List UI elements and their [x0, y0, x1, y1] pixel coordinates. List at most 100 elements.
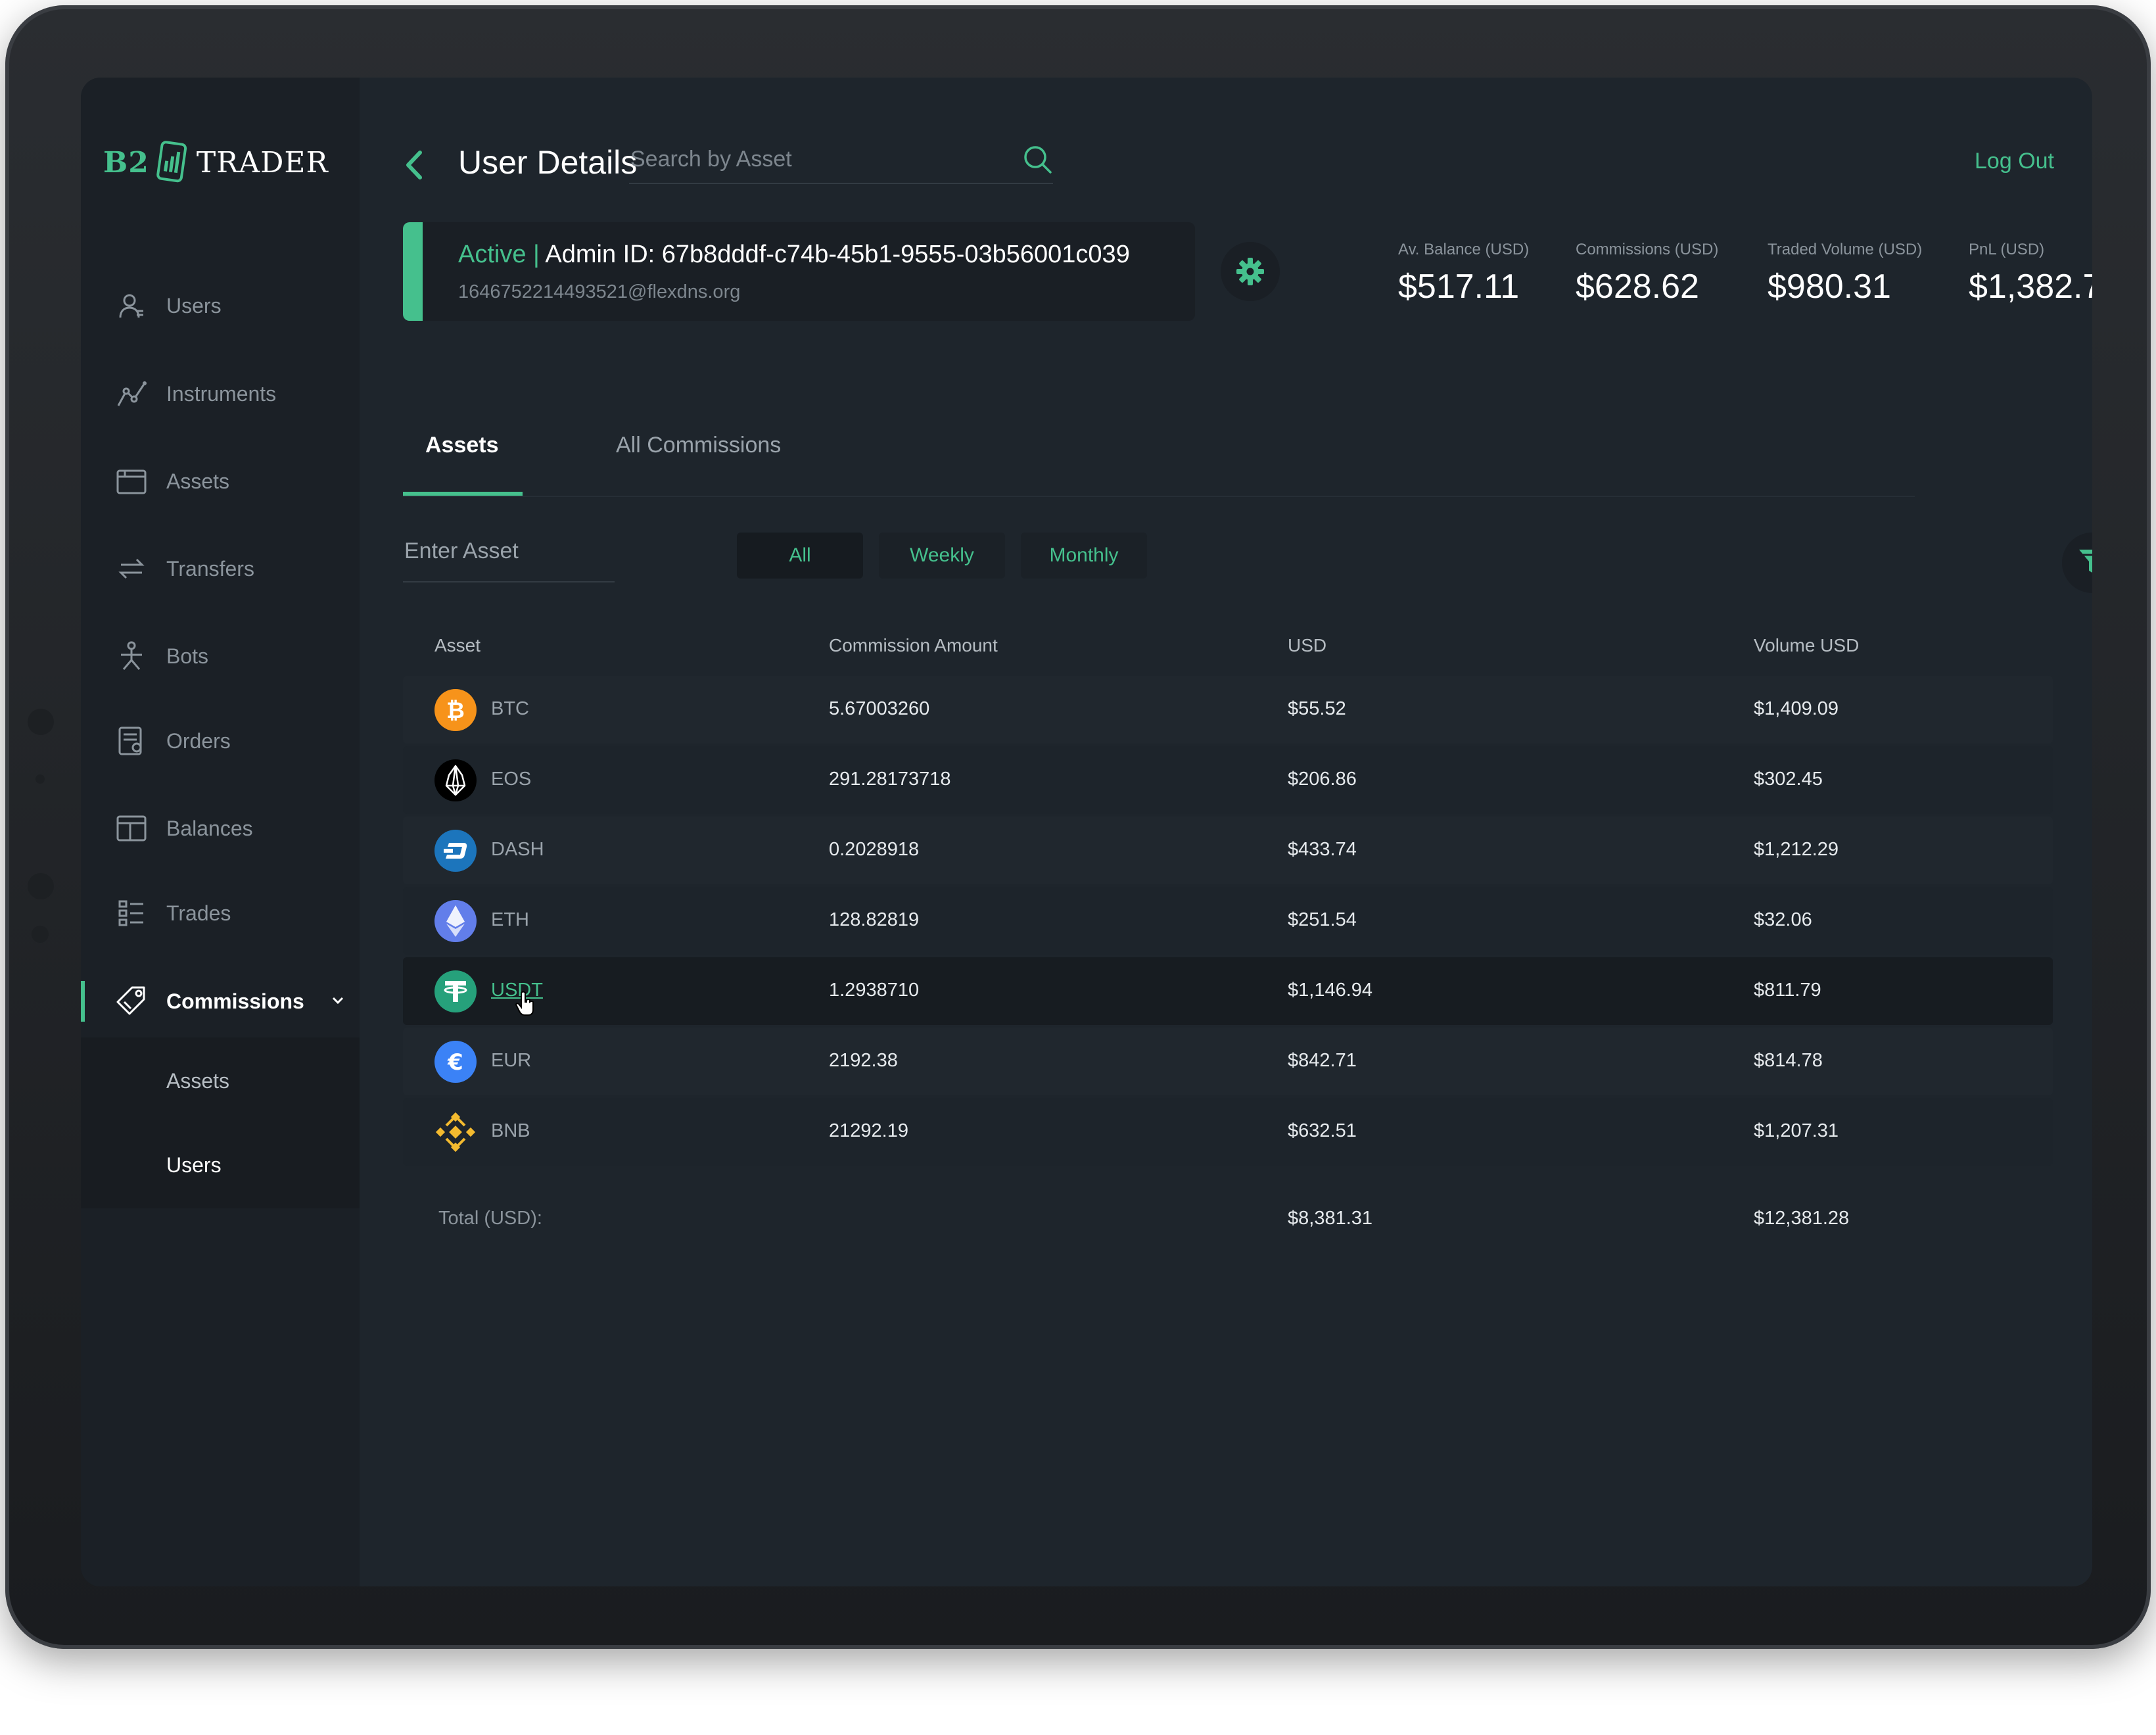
stat-label: Traded Volume (USD) [1768, 241, 1923, 258]
sidebar-item-users[interactable]: Users [81, 276, 360, 335]
stat-value: $980.31 [1768, 268, 1891, 306]
logout-link[interactable]: Log Out [1975, 149, 2054, 174]
asset-symbol[interactable]: BNB [491, 1120, 530, 1142]
period-weekly-button[interactable]: Weekly [879, 533, 1005, 579]
sidebar-item-trades[interactable]: Trades [81, 884, 360, 943]
sidebar-item-label: Balances [166, 816, 253, 840]
column-header-asset[interactable]: Asset [434, 635, 480, 656]
search-input[interactable] [629, 142, 1000, 176]
stat-label: Commissions (USD) [1576, 241, 1719, 258]
user-email: 1646752214493521@flexdns.org [458, 281, 741, 302]
tab-assets[interactable]: Assets [425, 433, 499, 458]
status-badge: Active [458, 241, 527, 268]
asset-symbol[interactable]: BTC [491, 698, 529, 720]
tab-bar: Assets All Commissions [403, 406, 1915, 497]
status-separator: | [533, 241, 540, 268]
app-screen: B2 TRADER Users Instruments Assets Trans… [81, 78, 2092, 1586]
commission-amount: 128.82819 [829, 909, 920, 930]
stat-value: $628.62 [1576, 268, 1699, 306]
gear-icon [1236, 258, 1264, 285]
sidebar-item-label: Orders [166, 728, 231, 753]
sidebar-item-commissions[interactable]: Commissions [81, 972, 360, 1031]
sidebar-item-balances[interactable]: Balances [81, 799, 360, 858]
eth-icon [434, 900, 477, 942]
commission-amount: 291.28173718 [829, 769, 951, 790]
column-header-volume-usd[interactable]: Volume USD [1754, 635, 1859, 656]
stat-label: PnL (USD) [1969, 241, 2045, 258]
commission-amount: 5.67003260 [829, 698, 930, 719]
submenu-item-assets[interactable]: Assets [166, 1069, 229, 1093]
sidebar-item-assets[interactable]: Assets [81, 452, 360, 511]
sidebar-item-orders[interactable]: Orders [81, 711, 360, 771]
search-icon[interactable] [1021, 143, 1053, 175]
usdt-icon [434, 970, 477, 1012]
usd-value: $433.74 [1288, 839, 1357, 860]
sensor-dot [28, 873, 54, 899]
balances-icon [114, 811, 149, 846]
table-row[interactable]: BNB 21292.19 $632.51 $1,207.31 [403, 1098, 2053, 1166]
active-tab-indicator [403, 492, 523, 496]
hand-cursor-icon [515, 991, 534, 1016]
commission-amount: 0.2028918 [829, 839, 920, 860]
btc-icon: ₿ [434, 689, 477, 731]
user-card: Active | Admin ID: 67b8dddf-c74b-45b1-95… [403, 222, 1195, 321]
user-id-line: Active | Admin ID: 67b8dddf-c74b-45b1-95… [458, 241, 1130, 269]
volume-usd: $1,409.09 [1754, 698, 1839, 719]
volume-usd: $1,207.31 [1754, 1120, 1839, 1141]
total-volume: $12,381.28 [1754, 1208, 1850, 1229]
commissions-table: Asset Commission Amount USD Volume USD ₿… [403, 617, 2053, 1241]
sidebar-item-instruments[interactable]: Instruments [81, 364, 360, 423]
stat-value: $1,382.71 [1969, 268, 2092, 306]
sidebar-item-transfers[interactable]: Transfers [81, 539, 360, 598]
table-row[interactable]: USDT 1.2938710 $1,146.94 $811.79 [403, 957, 2053, 1025]
app-logo[interactable]: B2 TRADER [103, 141, 329, 184]
table-row[interactable]: € EUR 2192.38 $842.71 $814.78 [403, 1028, 2053, 1095]
column-header-commission-amount[interactable]: Commission Amount [829, 635, 998, 656]
table-row[interactable]: DASH 0.2028918 $433.74 $1,212.29 [403, 817, 2053, 884]
sidebar-item-bots[interactable]: Bots [81, 627, 360, 686]
sidebar: B2 TRADER Users Instruments Assets Trans… [81, 78, 360, 1586]
stat-pnl: PnL (USD) $1,382.71 [1969, 241, 2092, 306]
column-header-usd[interactable]: USD [1288, 635, 1326, 656]
svg-text:€: € [447, 1049, 463, 1076]
stat-traded-volume: Traded Volume (USD) $980.31 [1768, 241, 1922, 306]
settings-button[interactable] [1221, 242, 1280, 301]
table-row[interactable]: ETH 128.82819 $251.54 $32.06 [403, 887, 2053, 955]
eos-icon [434, 759, 477, 801]
stat-commissions: Commissions (USD) $628.62 [1576, 241, 1718, 306]
period-monthly-button[interactable]: Monthly [1021, 533, 1147, 579]
stat-value: $517.11 [1398, 268, 1520, 306]
usd-value: $206.86 [1288, 769, 1357, 790]
commission-amount: 1.2938710 [829, 980, 920, 1001]
sidebar-item-label: Bots [166, 644, 209, 668]
table-row[interactable]: EOS 291.28173718 $206.86 $302.45 [403, 746, 2053, 814]
volume-usd: $811.79 [1754, 980, 1821, 1001]
asset-symbol[interactable]: DASH [491, 839, 544, 861]
submenu-item-users[interactable]: Users [166, 1153, 222, 1177]
sidebar-item-label: Commissions [166, 989, 304, 1013]
sensor-dot [32, 926, 49, 943]
table-header: Asset Commission Amount USD Volume USD [403, 617, 2053, 676]
logo-prefix: B2 [103, 145, 149, 179]
table-row[interactable]: ₿ BTC 5.67003260 $55.52 $1,409.09 [403, 676, 2053, 744]
volume-usd: $814.78 [1754, 1050, 1823, 1071]
asset-symbol[interactable]: ETH [491, 909, 529, 931]
orders-icon [114, 723, 149, 759]
commission-amount: 21292.19 [829, 1120, 908, 1141]
arrows-transfer-icon [114, 551, 149, 586]
usd-value: $842.71 [1288, 1050, 1357, 1071]
tag-icon [114, 984, 149, 1019]
period-all-button[interactable]: All [737, 533, 863, 579]
chevron-down-icon[interactable] [329, 991, 346, 1009]
volume-usd: $1,212.29 [1754, 839, 1839, 860]
asset-symbol[interactable]: EUR [491, 1050, 531, 1072]
back-arrow-icon[interactable] [402, 149, 428, 181]
tab-all-commissions[interactable]: All Commissions [616, 433, 781, 458]
status-stripe [403, 222, 423, 321]
sidebar-item-label: Users [166, 293, 222, 318]
camera-dot [28, 709, 54, 735]
asset-filter-input[interactable] [403, 534, 603, 568]
main-content: User Details Log Out Active | Admin ID: … [360, 78, 2092, 1586]
filter-button[interactable] [2062, 533, 2092, 593]
asset-symbol[interactable]: EOS [491, 769, 531, 790]
